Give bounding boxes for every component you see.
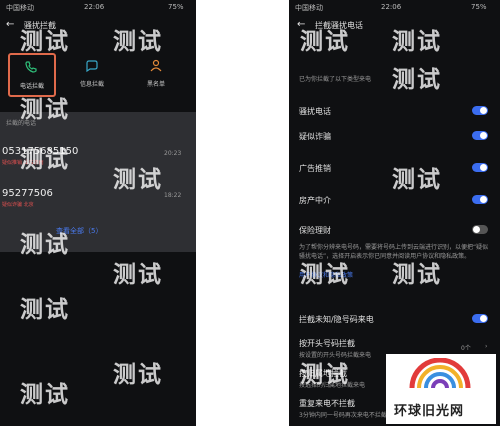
back-icon[interactable]: ← <box>6 19 14 30</box>
option-label: 骚扰电话 <box>299 107 331 116</box>
watermark-text: 测试 <box>20 297 70 323</box>
site-logo: 环球旧光网 <box>386 354 496 424</box>
row-title: 按开头号码拦截 <box>299 339 355 348</box>
watermark-text: 测试 <box>206 67 256 93</box>
watermark-text: 测试 <box>20 232 70 258</box>
message-block-icon <box>85 58 99 73</box>
toggle-switch[interactable] <box>472 131 488 140</box>
toggle-switch[interactable] <box>472 195 488 204</box>
status-bar: 中国移动 22:06 75% <box>0 0 196 14</box>
clock-text: 22:06 <box>84 3 105 11</box>
logo-arc-icon <box>409 358 471 389</box>
watermark-text: 测试 <box>206 167 256 193</box>
left-phone-screen: 中国移动 22:06 75% ← 骚扰拦截 电话拦截 信息拦截 黑名单 拦截的电… <box>0 0 196 426</box>
option-label: 广告推销 <box>299 164 331 173</box>
watermark-text: 测试 <box>206 262 256 288</box>
phone-block-icon <box>24 59 38 73</box>
watermark-text: 测试 <box>392 262 442 288</box>
call-row[interactable]: 95277506 疑似诈骗 北京 18:22 <box>0 182 196 216</box>
logo-text: 环球旧光网 <box>394 404 465 419</box>
watermark-text: 测试 <box>113 362 163 388</box>
watermark-text: 测试 <box>206 362 256 388</box>
carrier-text: 中国移动 <box>6 4 34 12</box>
tab-label: 信息拦截 <box>79 81 104 88</box>
top-note: 已为你拦截了以下类型来电 <box>299 76 372 83</box>
option-label: 疑似诈骗 <box>299 132 331 141</box>
call-time: 20:23 <box>164 150 182 157</box>
row-value: 0个 <box>461 345 471 352</box>
watermark-text: 测试 <box>113 262 163 288</box>
tab-blacklist[interactable]: 黑名单 <box>136 55 176 95</box>
watermark-text: 测试 <box>206 29 256 55</box>
user-list-icon <box>149 58 163 72</box>
row-title: 重复来电不拦截 <box>299 399 355 408</box>
call-time: 18:22 <box>164 192 182 199</box>
watermark-text: 测试 <box>300 262 350 288</box>
watermark-text: 测试 <box>20 29 70 55</box>
watermark-text: 测试 <box>392 29 442 55</box>
watermark-text: 测试 <box>113 29 163 55</box>
toggle-switch[interactable] <box>472 314 488 323</box>
watermark-text: 测试 <box>113 167 163 193</box>
watermark-text: 测试 <box>20 147 70 173</box>
watermark-text: 测试 <box>392 167 442 193</box>
clock-text: 22:06 <box>381 3 402 11</box>
toggle-switch[interactable] <box>472 163 488 172</box>
tab-label: 黑名单 <box>146 81 165 88</box>
toggle-switch[interactable] <box>472 106 488 115</box>
call-info: 疑似诈骗 北京 <box>2 202 34 208</box>
watermark-text: 测试 <box>20 382 70 408</box>
tab-message-block[interactable]: 信息拦截 <box>72 55 112 95</box>
row-subtitle: 3分钟内同一号码再次来电不拦截 <box>299 412 387 419</box>
status-bar: 中国移动 22:06 75% <box>289 0 500 14</box>
option-label: 房产中介 <box>299 196 331 205</box>
call-number: 95277506 <box>2 188 53 199</box>
tab-label: 电话拦截 <box>19 83 44 90</box>
option-label: 保险理财 <box>299 226 331 235</box>
battery-text: 75% <box>168 3 184 11</box>
carrier-text: 中国移动 <box>295 4 323 12</box>
chevron-right-icon: › <box>485 343 488 350</box>
battery-text: 75% <box>471 3 487 11</box>
watermark-text: 测试 <box>392 67 442 93</box>
toggle-switch[interactable] <box>472 225 488 234</box>
watermark-text: 测试 <box>20 97 70 123</box>
watermark-text: 测试 <box>300 362 350 388</box>
watermark-text: 测试 <box>300 29 350 55</box>
option-label: 拦截未知/隐号码来电 <box>299 315 374 324</box>
